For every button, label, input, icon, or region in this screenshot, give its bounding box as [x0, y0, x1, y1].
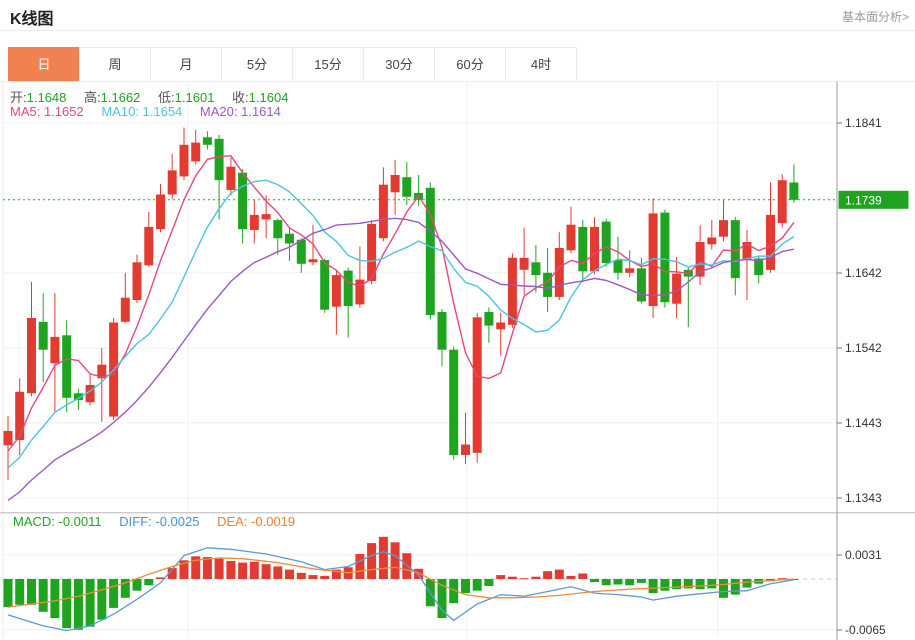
close-value: 1.1604 [249, 90, 289, 105]
close-label: 收: [232, 90, 249, 105]
ma10-value: MA10: 1.1654 [101, 104, 182, 119]
chart-container: 1.1841 1.1642 1.1542 1.1443 1.1343 0.0031 -0.0… [0, 82, 915, 640]
high-value: 1.1662 [101, 90, 141, 105]
ma-lines [8, 156, 794, 501]
macd-value: MACD: -0.0011 [13, 514, 102, 529]
price-axis: 1.1841 1.1642 1.1542 1.1443 1.1343 0.0031 -0.0… [837, 82, 886, 640]
tab-60min[interactable]: 60分 [434, 47, 506, 82]
current-price-tag: 1.1739 [839, 191, 909, 209]
svg-text:1.1343: 1.1343 [845, 491, 882, 505]
open-value: 1.1648 [27, 90, 67, 105]
gridlines [3, 82, 837, 638]
svg-text:1.1739: 1.1739 [845, 193, 882, 207]
ma5-value: MA5: 1.1652 [10, 104, 84, 119]
ma20-value: MA20: 1.1614 [200, 104, 281, 119]
kline-chart[interactable]: 1.1841 1.1642 1.1542 1.1443 1.1343 0.0031 -0.0… [0, 82, 915, 640]
tab-day[interactable]: 日 [8, 47, 80, 82]
dea-value: DEA: -0.0019 [217, 514, 295, 529]
tab-15min[interactable]: 15分 [292, 47, 364, 82]
tab-week[interactable]: 周 [79, 47, 151, 82]
macd-overlay: MACD: -0.0011 DIFF: -0.0025 DEA: -0.0019 [13, 514, 295, 529]
high-label: 高: [84, 90, 101, 105]
tab-month[interactable]: 月 [150, 47, 222, 82]
svg-text:0.0031: 0.0031 [845, 548, 882, 562]
tab-5min[interactable]: 5分 [221, 47, 293, 82]
page-title: K线图 [10, 5, 54, 29]
fundamental-analysis-link[interactable]: 基本面分析> [842, 8, 909, 25]
kline-page: { "header": {"title": "K线图", "link": "基本… [0, 0, 915, 640]
tab-30min[interactable]: 30分 [363, 47, 435, 82]
low-value: 1.1601 [175, 90, 215, 105]
svg-text:1.1542: 1.1542 [845, 341, 882, 355]
svg-text:1.1642: 1.1642 [845, 266, 882, 280]
svg-text:-0.0065: -0.0065 [845, 623, 886, 637]
svg-text:1.1841: 1.1841 [845, 116, 882, 130]
period-tabs: 日 周 月 5分 15分 30分 60分 4时 [8, 47, 577, 82]
header-divider [0, 30, 915, 31]
open-label: 开: [10, 90, 27, 105]
ma-overlay: MA5: 1.1652 MA10: 1.1654 MA20: 1.1614 [10, 104, 281, 119]
tab-4hour[interactable]: 4时 [505, 47, 577, 82]
candles-layer [4, 128, 799, 480]
page-header: K线图 基本面分析> [0, 0, 915, 30]
low-label: 低: [158, 90, 175, 105]
svg-text:1.1443: 1.1443 [845, 416, 882, 430]
diff-value: DIFF: -0.0025 [119, 514, 199, 529]
